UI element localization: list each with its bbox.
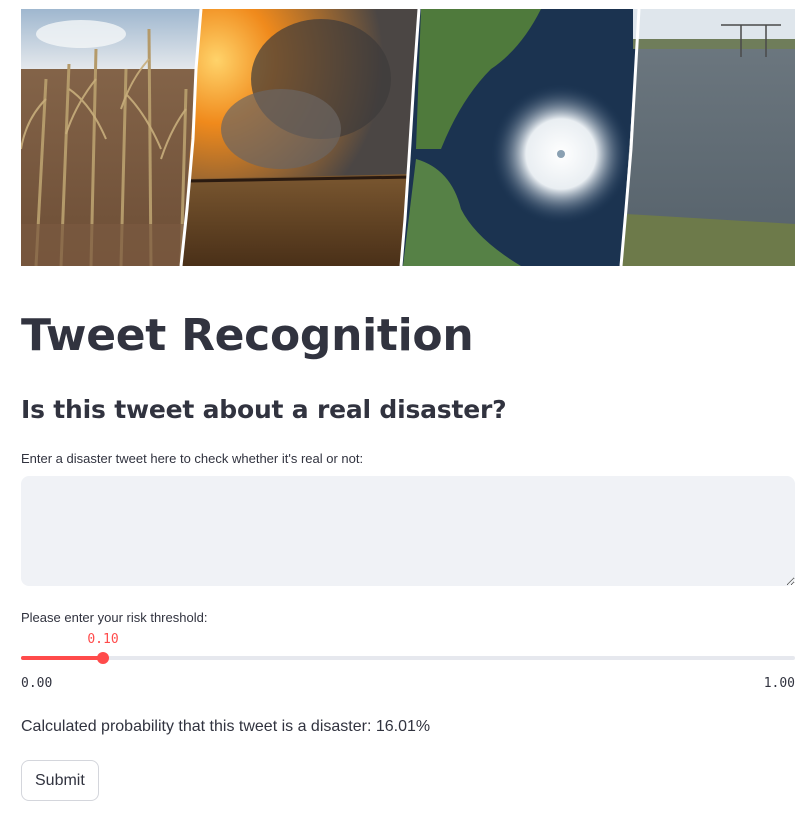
hurricane-panel (401, 9, 639, 266)
slider-max-label: 1.00 (763, 676, 795, 691)
slider-thumb[interactable] (97, 652, 109, 664)
tweet-input-label: Enter a disaster tweet here to check whe… (21, 451, 364, 466)
disaster-collage-image (21, 9, 795, 266)
probability-result: Calculated probability that this tweet i… (21, 718, 431, 735)
drought-panel (21, 9, 201, 266)
hero-banner (21, 9, 795, 266)
flood-panel (621, 9, 795, 266)
threshold-label: Please enter your risk threshold: (21, 610, 208, 625)
slider-fill (21, 656, 103, 660)
slider-min-label: 0.00 (21, 676, 53, 691)
tweet-input[interactable] (21, 476, 795, 586)
risk-threshold-slider[interactable]: 0.10 0.00 1.00 (21, 630, 795, 700)
page-subtitle: Is this tweet about a real disaster? (21, 395, 507, 424)
slider-track[interactable] (21, 656, 795, 660)
wildfire-panel (181, 9, 419, 266)
slider-current-value: 0.10 (87, 632, 119, 647)
submit-button[interactable]: Submit (21, 760, 99, 801)
page-title: Tweet Recognition (21, 310, 474, 361)
